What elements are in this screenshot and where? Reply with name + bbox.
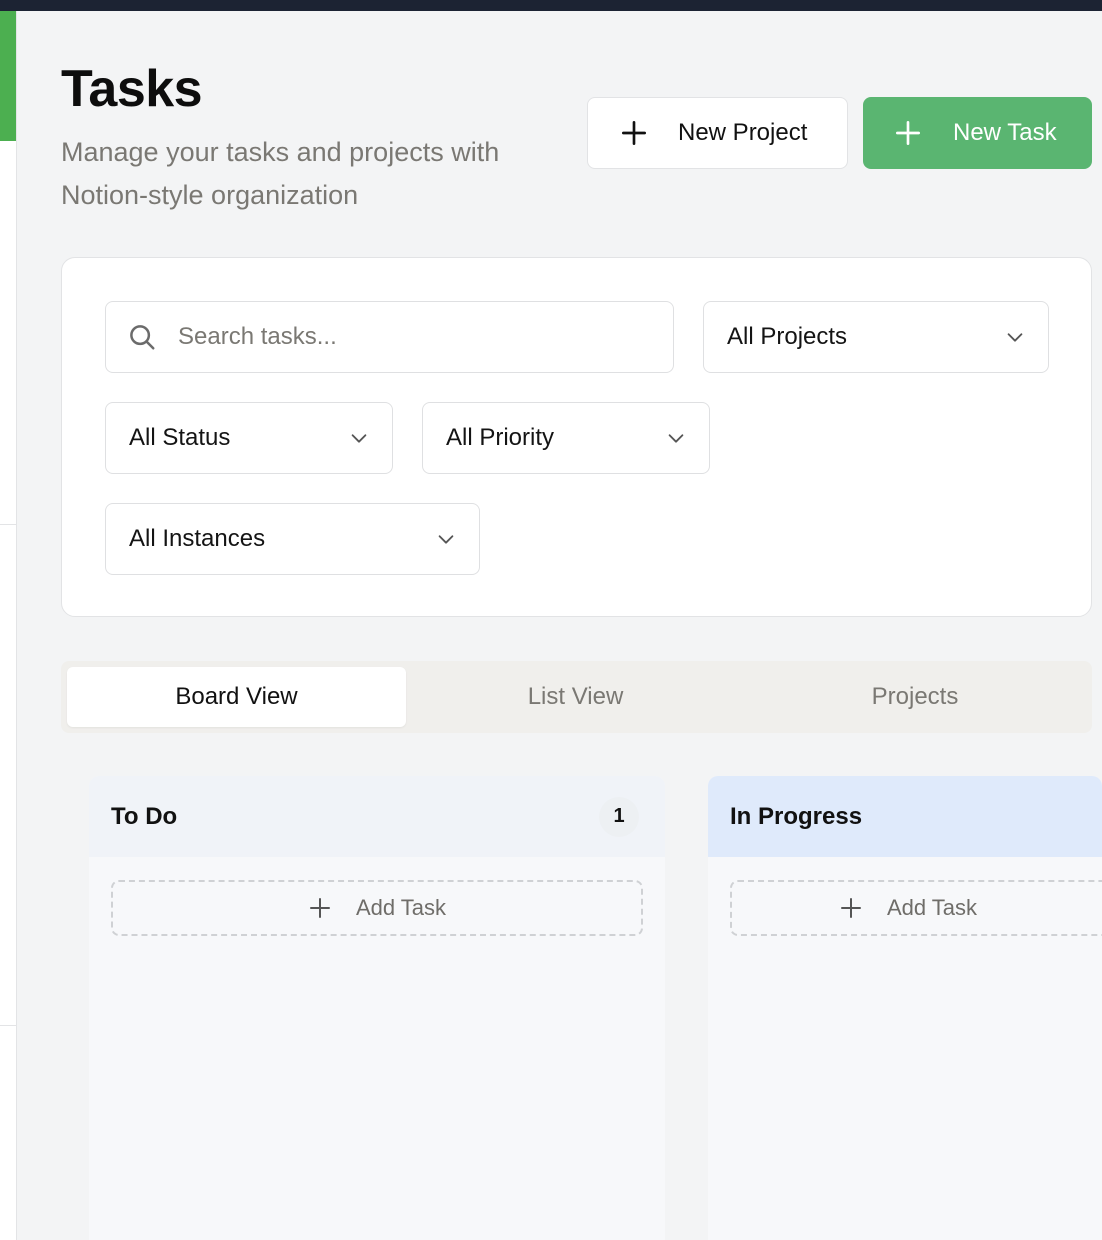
plus-icon (896, 121, 920, 145)
new-task-label: New Task (953, 119, 1057, 146)
filter-panel: All Projects All Status All Priority All… (61, 257, 1092, 617)
sidebar-divider (0, 1025, 16, 1026)
page-subtitle: Manage your tasks and projects with Noti… (61, 137, 500, 210)
sidebar-active-indicator (0, 11, 16, 141)
project-filter-value: All Projects (727, 323, 848, 350)
chevron-down-icon (438, 535, 454, 544)
search-input[interactable] (178, 323, 658, 351)
search-field[interactable] (105, 301, 674, 373)
main-content: Tasks Manage your tasks and projects wit… (17, 11, 1102, 1240)
status-filter-select[interactable]: All Status (105, 402, 393, 474)
plus-icon (309, 898, 330, 918)
priority-filter-select[interactable]: All Priority (422, 402, 710, 474)
add-task-label: Add Task (886, 895, 978, 920)
board-column-todo: To Do 1 Add Task (89, 776, 665, 1240)
view-tabs: Board View List View Projects (61, 661, 1092, 733)
plus-icon (622, 121, 646, 145)
board-column-in-progress: In Progress Add Task (708, 776, 1102, 1240)
tab-projects[interactable]: Projects (745, 667, 1085, 727)
status-filter-value: All Status (129, 424, 231, 451)
instance-filter-select[interactable]: All Instances (105, 503, 480, 575)
instance-filter-value: All Instances (129, 525, 266, 552)
tab-list-view[interactable]: List View (406, 667, 745, 727)
column-header: To Do 1 (89, 776, 665, 857)
column-title: To Do (111, 802, 178, 830)
chevron-down-icon (668, 434, 684, 443)
top-bar (0, 0, 1102, 11)
page-title: Tasks (61, 60, 203, 118)
column-header: In Progress (708, 776, 1102, 857)
add-task-button[interactable]: Add Task (111, 880, 643, 936)
priority-filter-value: All Priority (446, 424, 555, 451)
chevron-down-icon (351, 434, 367, 443)
column-title: In Progress (730, 802, 863, 830)
project-filter-select[interactable]: All Projects (703, 301, 1049, 373)
chevron-down-icon (1007, 333, 1023, 342)
task-count-badge: 1 (599, 796, 639, 837)
new-task-button[interactable]: New Task (863, 97, 1092, 169)
sidebar-divider (0, 524, 16, 525)
sidebar (0, 11, 17, 1240)
search-icon (130, 325, 155, 350)
new-project-label: New Project (678, 119, 808, 146)
add-task-label: Add Task (355, 895, 447, 920)
plus-icon (840, 898, 861, 918)
tab-board-view[interactable]: Board View (67, 667, 406, 727)
add-task-button[interactable]: Add Task (730, 880, 1102, 936)
new-project-button[interactable]: New Project (587, 97, 848, 169)
